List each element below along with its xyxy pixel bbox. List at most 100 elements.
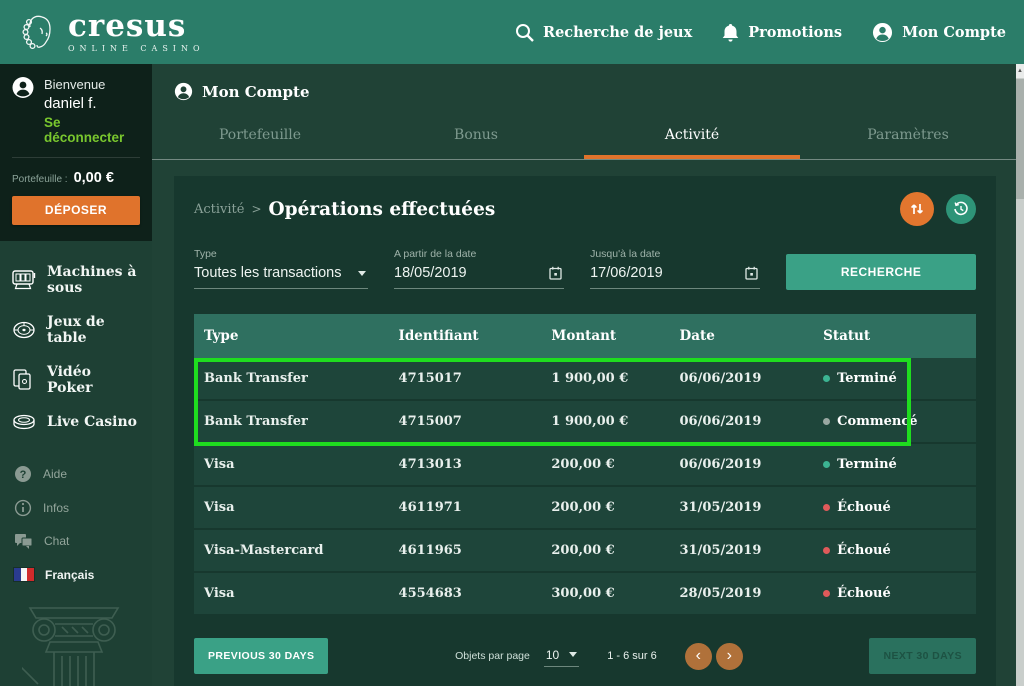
sidebar-item-live-casino[interactable]: Live Casino bbox=[0, 405, 152, 439]
pillar-illustration bbox=[22, 596, 127, 686]
nav-promotions[interactable]: Promotions bbox=[722, 23, 842, 42]
cell-date: 31/05/2019 bbox=[680, 543, 824, 558]
account-tabs: Portefeuille Bonus Activité Paramètres bbox=[152, 117, 1016, 160]
search-icon bbox=[515, 23, 534, 42]
transactions-table-body: Bank Transfer47150171 900,00 €06/06/2019… bbox=[194, 358, 976, 614]
deposit-button[interactable]: DÉPOSER bbox=[12, 196, 140, 225]
date-to-value: 17/06/2019 bbox=[590, 265, 663, 281]
cards-icon bbox=[12, 369, 36, 390]
language-selector[interactable]: Français bbox=[0, 558, 152, 592]
username: daniel f. bbox=[44, 95, 140, 112]
cell-montant: 1 900,00 € bbox=[551, 371, 679, 386]
type-filter[interactable]: Type Toutes les transactions bbox=[194, 248, 368, 289]
next-30-days-button[interactable]: NEXT 30 DAYS bbox=[869, 638, 976, 674]
tab-portefeuille[interactable]: Portefeuille bbox=[152, 117, 368, 159]
breadcrumb-parent[interactable]: Activité bbox=[194, 202, 244, 217]
tab-activite[interactable]: Activité bbox=[584, 117, 800, 159]
previous-30-days-button[interactable]: PREVIOUS 30 DAYS bbox=[194, 638, 328, 674]
wallet-label: Portefeuille : bbox=[12, 174, 68, 185]
column-header-statut: Statut bbox=[823, 328, 976, 344]
sort-transactions-button[interactable] bbox=[900, 192, 934, 226]
cell-date: 06/06/2019 bbox=[680, 457, 824, 472]
logout-link[interactable]: Se déconnecter bbox=[44, 115, 140, 145]
divider bbox=[12, 157, 140, 158]
column-header-date: Date bbox=[680, 328, 824, 344]
cell-statut: Commencé bbox=[823, 414, 976, 429]
sidebar-menu: Machines à sous Jeux de table Vidéo Poke… bbox=[0, 241, 152, 439]
tab-parametres[interactable]: Paramètres bbox=[800, 117, 1016, 159]
page-scrollbar[interactable]: ▲ bbox=[1016, 64, 1024, 686]
filters-row: Type Toutes les transactions A partir de… bbox=[194, 248, 976, 290]
cell-type: Bank Transfer bbox=[204, 371, 399, 386]
scrollbar-thumb[interactable] bbox=[1016, 79, 1024, 199]
account-icon bbox=[872, 22, 893, 43]
scrollbar-up-arrow[interactable]: ▲ bbox=[1016, 64, 1024, 78]
cell-statut: Terminé bbox=[823, 371, 976, 386]
cell-identifiant: 4611965 bbox=[399, 543, 552, 558]
nav-account[interactable]: Mon Compte bbox=[872, 22, 1006, 43]
nav-search-label: Recherche de jeux bbox=[543, 24, 692, 41]
per-page-value: 10 bbox=[546, 648, 559, 662]
tab-bonus[interactable]: Bonus bbox=[368, 117, 584, 159]
previous-page-button[interactable]: ‹ bbox=[685, 643, 712, 670]
chevron-down-icon bbox=[358, 271, 366, 276]
table-row: Visa4611971200,00 €31/05/2019Échoué bbox=[194, 487, 976, 528]
table-row: Visa-Mastercard4611965200,00 €31/05/2019… bbox=[194, 530, 976, 571]
history-button[interactable] bbox=[946, 194, 976, 224]
cell-type: Visa-Mastercard bbox=[204, 543, 399, 558]
sidebar-item-aide[interactable]: ? Aide bbox=[0, 457, 152, 491]
cell-type: Visa bbox=[204, 500, 399, 515]
cell-montant: 200,00 € bbox=[551, 500, 679, 515]
cell-type: Visa bbox=[204, 457, 399, 472]
date-from-field[interactable]: A partir de la date 18/05/2019 bbox=[394, 248, 564, 289]
next-page-button[interactable]: › bbox=[716, 643, 743, 670]
header-nav: Recherche de jeux Promotions Mon Compte bbox=[515, 22, 1006, 43]
cell-montant: 300,00 € bbox=[551, 586, 679, 601]
sidebar-item-label: Machines à sous bbox=[47, 264, 140, 296]
page-title-row: Mon Compte bbox=[152, 64, 1016, 101]
column-header-identifiant: Identifiant bbox=[399, 328, 552, 344]
sidebar-item-video-poker[interactable]: Vidéo Poker bbox=[0, 355, 152, 405]
nav-search-games[interactable]: Recherche de jeux bbox=[515, 23, 692, 42]
cell-identifiant: 4715017 bbox=[399, 371, 552, 386]
table-header: Type Identifiant Montant Date Statut bbox=[194, 314, 976, 358]
svg-text:?: ? bbox=[20, 469, 27, 481]
sidebar: Bienvenue daniel f. Se déconnecter Porte… bbox=[0, 64, 152, 686]
activity-card: Activité > Opérations effectuées bbox=[174, 176, 996, 686]
type-filter-value: Toutes les transactions bbox=[194, 265, 342, 281]
sidebar-item-label: Aide bbox=[43, 467, 67, 481]
sidebar-item-label: Vidéo Poker bbox=[47, 364, 140, 396]
cell-identifiant: 4554683 bbox=[399, 586, 552, 601]
column-header-type: Type bbox=[204, 328, 399, 344]
sidebar-item-jeux-de-table[interactable]: Jeux de table bbox=[0, 305, 152, 355]
type-filter-label: Type bbox=[194, 248, 368, 260]
date-from-label: A partir de la date bbox=[394, 248, 564, 260]
sidebar-item-machines-a-sous[interactable]: Machines à sous bbox=[0, 255, 152, 305]
table-row: Bank Transfer47150171 900,00 €06/06/2019… bbox=[194, 358, 976, 399]
search-button[interactable]: RECHERCHE bbox=[786, 254, 976, 290]
calendar-icon bbox=[549, 266, 562, 280]
cell-date: 06/06/2019 bbox=[680, 414, 824, 429]
status-dot bbox=[823, 461, 830, 468]
cresus-head-icon bbox=[18, 9, 60, 55]
status-dot bbox=[823, 375, 830, 382]
logo[interactable]: cresus ONLINE CASINO bbox=[18, 9, 205, 55]
status-label: Terminé bbox=[837, 457, 897, 472]
sidebar-item-infos[interactable]: Infos bbox=[0, 491, 152, 525]
history-clock-icon bbox=[953, 201, 969, 217]
status-label: Échoué bbox=[837, 500, 891, 515]
per-page-label: Objets par page bbox=[455, 650, 530, 662]
logo-title: cresus bbox=[68, 11, 205, 42]
status-label: Terminé bbox=[837, 371, 897, 386]
date-to-field[interactable]: Jusqu'à la date 17/06/2019 bbox=[590, 248, 760, 289]
chip-icon bbox=[12, 414, 36, 430]
calendar-icon bbox=[745, 266, 758, 280]
sidebar-item-chat[interactable]: Chat bbox=[0, 525, 152, 558]
date-to-label: Jusqu'à la date bbox=[590, 248, 760, 260]
nav-account-label: Mon Compte bbox=[902, 24, 1006, 41]
cell-identifiant: 4611971 bbox=[399, 500, 552, 515]
breadcrumb-separator: > bbox=[251, 202, 261, 216]
pagination-range: 1 - 6 sur 6 bbox=[607, 650, 657, 662]
cell-montant: 1 900,00 € bbox=[551, 414, 679, 429]
per-page-select[interactable]: 10 bbox=[544, 646, 579, 667]
